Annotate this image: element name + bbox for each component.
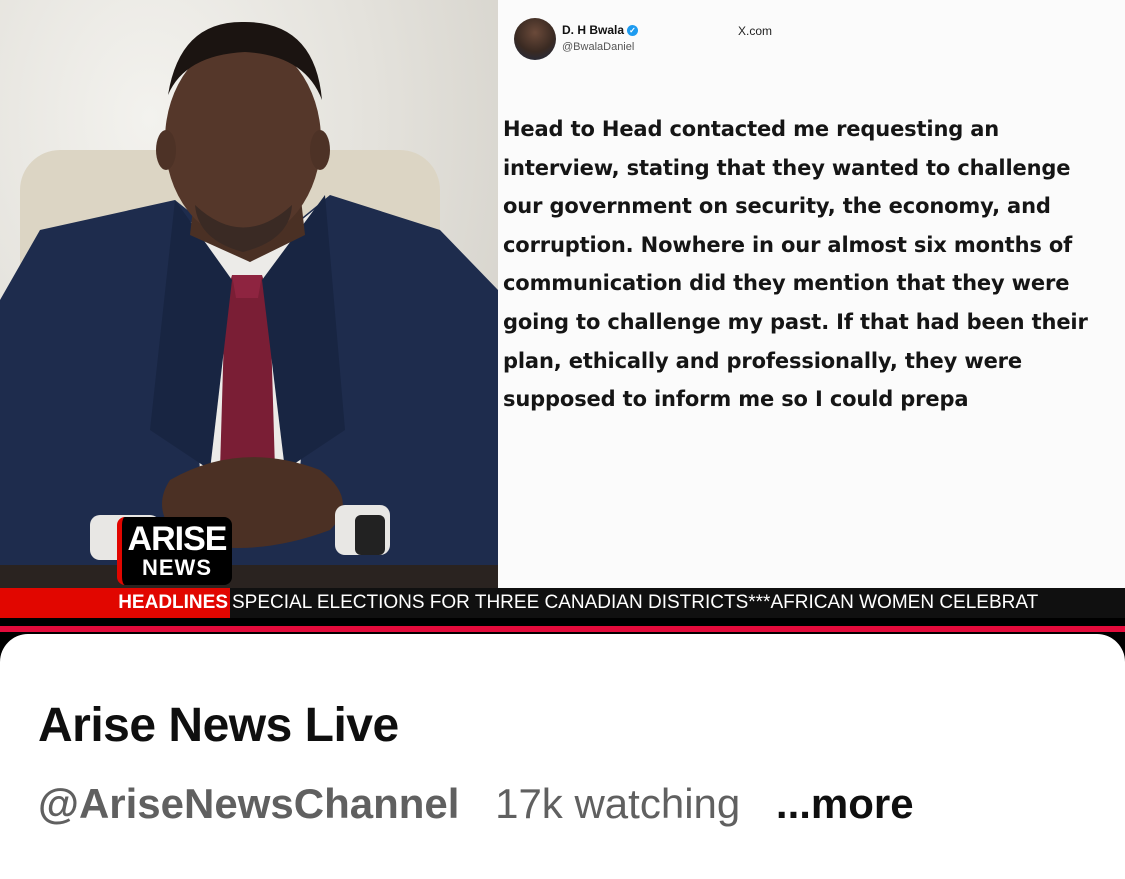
video-player[interactable]: ARISE NEWS D. H Bwala ✓ @BwalaDaniel X.co… <box>0 0 1125 660</box>
news-ticker: HEADLINES SPECIAL ELECTIONS FOR THREE CA… <box>0 588 1125 618</box>
progress-accent-bar <box>0 626 1125 632</box>
video-title[interactable]: Arise News Live <box>38 698 399 753</box>
ticker-text: SPECIAL ELECTIONS FOR THREE CANADIAN DIS… <box>232 592 1039 613</box>
ticker-label: HEADLINES <box>0 588 230 618</box>
speaker-photo: ARISE NEWS <box>0 0 498 590</box>
tweet-body: Head to Head contacted me requesting an … <box>503 117 1088 412</box>
tweet-card: D. H Bwala ✓ @BwalaDaniel X.com Head to H… <box>498 0 1125 590</box>
logo-arise-text: ARISE <box>127 520 228 558</box>
tweet-author-name-text: D. H Bwala <box>562 23 625 37</box>
watching-count: 17k watching <box>495 780 741 827</box>
tweet-author-name: D. H Bwala ✓ <box>562 23 639 37</box>
tweet-author-handle: @BwalaDaniel <box>562 41 635 53</box>
verified-badge-icon: ✓ <box>627 25 639 36</box>
tweet-avatar <box>514 18 556 60</box>
video-meta: @AriseNewsChannel 17k watching ...more <box>38 780 914 828</box>
more-button[interactable]: ...more <box>776 780 914 827</box>
video-info-sheet: Arise News Live @AriseNewsChannel 17k wa… <box>0 634 1125 879</box>
channel-handle-link[interactable]: @AriseNewsChannel <box>38 780 459 827</box>
arise-news-logo: ARISE NEWS <box>117 517 232 585</box>
logo-news-text: NEWS <box>142 555 212 580</box>
tweet-source: X.com <box>738 24 773 38</box>
